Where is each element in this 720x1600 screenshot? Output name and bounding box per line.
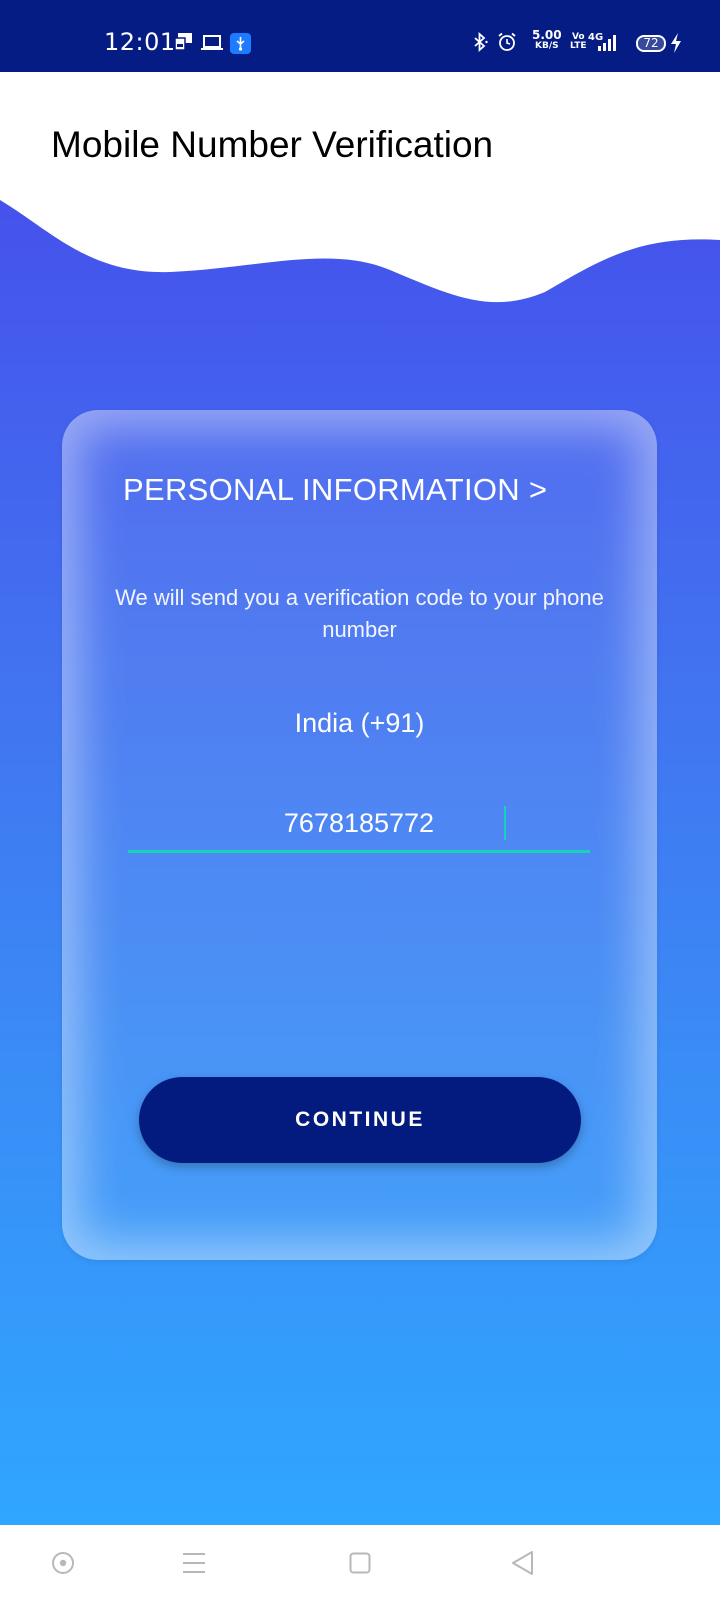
- alarm-icon: [497, 32, 517, 54]
- status-bar: 12:01 5.00 KB/S Vo LTE 4G 72: [0, 0, 720, 72]
- phone-number-input[interactable]: [128, 800, 590, 846]
- battery-indicator: 72: [636, 35, 666, 52]
- network-speed-value: 5.00: [532, 28, 562, 42]
- presentation-icon: [174, 32, 194, 54]
- charging-icon: [670, 33, 682, 55]
- back-triangle-icon[interactable]: [505, 1545, 541, 1581]
- wave-decoration: [0, 190, 720, 303]
- status-time: 12:01: [104, 28, 176, 56]
- card-title[interactable]: PERSONAL INFORMATION >: [123, 472, 547, 508]
- laptop-icon: [201, 32, 223, 54]
- bluetooth-icon: [470, 32, 490, 54]
- usb-icon: [230, 33, 251, 55]
- text-cursor: [504, 806, 506, 840]
- menu-icon[interactable]: [176, 1545, 212, 1581]
- phone-input-container: [128, 800, 590, 853]
- page-title: Mobile Number Verification: [51, 124, 494, 165]
- recents-square-icon[interactable]: [342, 1545, 378, 1581]
- country-code-selector[interactable]: India (+91): [212, 708, 507, 739]
- network-speed-unit: KB/S: [535, 41, 559, 51]
- card-description: We will send you a verification code to …: [115, 585, 604, 642]
- navigation-bar: [0, 1525, 720, 1600]
- continue-button[interactable]: CONTINUE: [139, 1077, 581, 1163]
- volte-indicator: Vo LTE: [570, 33, 587, 51]
- network-speed: 5.00 KB/S: [532, 28, 562, 52]
- verification-card: PERSONAL INFORMATION > We will send you …: [62, 410, 657, 1260]
- network-type: 4G: [588, 32, 604, 43]
- home-circle-icon[interactable]: [45, 1545, 81, 1581]
- volte-bottom: LTE: [570, 41, 587, 51]
